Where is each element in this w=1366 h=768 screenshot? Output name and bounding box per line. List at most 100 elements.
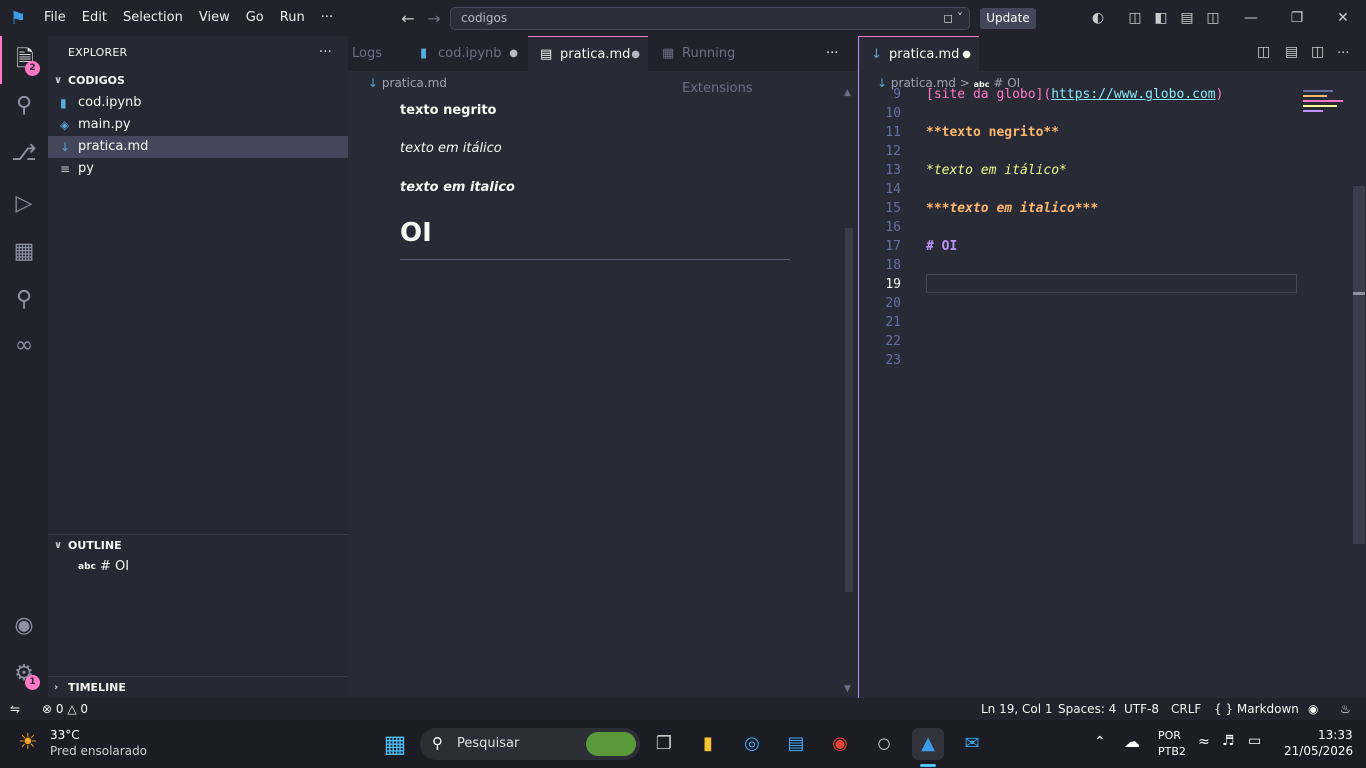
accounts-shield-icon[interactable]: ◐: [1089, 9, 1107, 27]
chevron-down-icon: ∨: [54, 540, 63, 551]
close-icon[interactable]: ✕: [1320, 0, 1366, 36]
explorer-icon[interactable]: 🗎 2: [0, 36, 48, 84]
dell-icon[interactable]: ◯: [868, 728, 900, 760]
battery-icon[interactable]: ▭: [1248, 733, 1261, 749]
outline-item[interactable]: abc # OI: [48, 556, 348, 578]
breadcrumb[interactable]: ↓ pratica.md: [368, 72, 447, 94]
preview-scrollbar[interactable]: [845, 228, 853, 592]
python-icon: ◈: [60, 118, 70, 132]
tab-bar: ↓ pratica.md ● ◫ ▤ ◫ ···: [859, 36, 1366, 71]
indentation[interactable]: Spaces: 4: [1058, 698, 1116, 720]
file-py[interactable]: ≡ py: [48, 158, 348, 180]
menu-more[interactable]: ···: [313, 0, 341, 36]
tab-logs[interactable]: Logs: [342, 36, 406, 71]
split-preview-icon[interactable]: ▤: [1285, 44, 1298, 60]
clock-time[interactable]: 13:33: [1318, 728, 1353, 742]
toggle-panel-icon[interactable]: ▤: [1178, 9, 1196, 27]
weather-sun-icon[interactable]: ☀: [18, 730, 38, 755]
run-debug-icon[interactable]: ▷: [0, 180, 48, 228]
split-editor-icon[interactable]: ◫: [1311, 44, 1324, 60]
line-ending[interactable]: CRLF: [1171, 698, 1201, 720]
onedrive-cloud-icon[interactable]: ☁: [1124, 732, 1140, 751]
input-lang[interactable]: POR: [1158, 729, 1181, 742]
remote-icon[interactable]: ⇋: [10, 698, 20, 720]
minimize-icon[interactable]: —: [1228, 0, 1274, 36]
editor-group-source: ↓ pratica.md ● ◫ ▤ ◫ ··· ↓ pratica.md > …: [858, 36, 1366, 698]
wifi-icon[interactable]: ≈: [1198, 734, 1210, 750]
editor-scrollbar[interactable]: [1353, 186, 1365, 544]
update-button[interactable]: Update: [980, 8, 1036, 29]
source-control-icon[interactable]: ⎇: [0, 130, 48, 178]
settings-gear-icon[interactable]: ⚙ 1: [0, 650, 48, 698]
toggle-sidebar-icon[interactable]: ◧: [1152, 9, 1170, 27]
volume-icon[interactable]: ♬: [1222, 733, 1235, 749]
forward-arrow-icon[interactable]: →: [422, 9, 446, 28]
testing-flask-icon[interactable]: ⚲: [0, 276, 48, 324]
link-url[interactable]: https://www.globo.com: [1051, 87, 1215, 102]
timeline-section[interactable]: › TIMELINE: [48, 677, 348, 699]
preview-italic-text: texto em itálico: [400, 141, 502, 156]
scroll-up-icon[interactable]: ▲: [844, 88, 851, 98]
copilot-status-icon[interactable]: ◉: [1308, 698, 1318, 720]
code-line-9[interactable]: [site da globo](https://www.globo.com): [926, 87, 1223, 102]
menu-view[interactable]: View: [191, 0, 238, 36]
file-explorer-icon[interactable]: ▮: [692, 728, 724, 760]
windows-start-icon[interactable]: ▦: [379, 728, 411, 760]
menu-go[interactable]: Go: [238, 0, 272, 36]
menu-run[interactable]: Run: [272, 0, 313, 36]
code-line-11[interactable]: **texto negrito**: [926, 125, 1059, 140]
language-mode[interactable]: { } Markdown: [1214, 698, 1299, 720]
code-line-13[interactable]: *texto em itálico*: [926, 163, 1067, 178]
file-main-py[interactable]: ◈ main.py: [48, 114, 348, 136]
chevron-up-icon[interactable]: ⌃: [1094, 734, 1106, 750]
line-number-current: 19: [885, 277, 901, 292]
editor-more-button[interactable]: ···: [1337, 36, 1349, 71]
edge-browser-icon[interactable]: ◎: [736, 728, 768, 760]
minimap[interactable]: [1303, 90, 1351, 126]
code-line-17[interactable]: # OI: [926, 239, 957, 254]
line-number: 11: [885, 125, 901, 140]
remote-infinity-icon[interactable]: ∞: [0, 322, 48, 370]
chrome-icon[interactable]: ◉: [824, 728, 856, 760]
menu-selection[interactable]: Selection: [115, 0, 191, 36]
cursor-position[interactable]: Ln 19, Col 1: [981, 698, 1053, 720]
restore-icon[interactable]: ❐: [1274, 0, 1320, 36]
tab-cod-ipynb[interactable]: ▮ cod.ipynb ●: [408, 36, 526, 71]
clock-date[interactable]: 21/05/2026: [1284, 744, 1353, 758]
extensions-icon[interactable]: ▦: [0, 228, 48, 276]
menu-file[interactable]: File: [36, 0, 74, 36]
toggle-secondary-sidebar-icon[interactable]: ◫: [1204, 9, 1222, 27]
back-arrow-icon[interactable]: ←: [396, 9, 420, 28]
symbol-string-icon: abc: [78, 562, 96, 572]
file-cod-ipynb[interactable]: ▮ cod.ipynb: [48, 92, 348, 114]
taskbar-search[interactable]: ⚲ Pesquisar: [420, 728, 640, 760]
input-layout[interactable]: PTB2: [1158, 745, 1186, 758]
vscode-taskbar-icon[interactable]: ▲: [912, 728, 944, 760]
tab-running-extensions[interactable]: ▦ Running Extensions: [650, 36, 808, 96]
command-center-search[interactable]: codigos ◻ ˅: [450, 7, 970, 30]
file-pratica-md[interactable]: ↓ pratica.md: [48, 136, 348, 158]
tab-pratica-md-preview[interactable]: ▤ pratica.md ●: [528, 36, 648, 71]
outlook-icon[interactable]: ✉: [956, 728, 988, 760]
customize-layout-icon[interactable]: ◫: [1126, 9, 1144, 27]
copilot-icon[interactable]: ◻ ˅: [943, 8, 963, 29]
tabs-more-button[interactable]: ···: [826, 36, 838, 71]
notifications-bell-icon[interactable]: ♨: [1340, 698, 1351, 720]
outline-section[interactable]: ∨ OUTLINE: [48, 535, 348, 557]
accounts-icon[interactable]: ◉: [0, 602, 48, 650]
preview-bold-italic-text: texto em italico: [400, 180, 515, 195]
code-line-15[interactable]: ***texto em italico***: [926, 201, 1098, 216]
explorer-more-button[interactable]: ···: [319, 44, 332, 60]
problems-indicator[interactable]: ⊗ 0 △ 0: [42, 698, 88, 720]
tab-label: cod.ipynb: [438, 46, 502, 61]
encoding[interactable]: UTF-8: [1124, 698, 1159, 720]
menu-edit[interactable]: Edit: [74, 0, 115, 36]
store-icon[interactable]: ▤: [780, 728, 812, 760]
search-icon[interactable]: ⚲: [0, 82, 48, 130]
scroll-down-icon[interactable]: ▼: [844, 684, 851, 694]
tab-pratica-md[interactable]: ↓ pratica.md ●: [859, 36, 979, 71]
task-view-icon[interactable]: ❐: [648, 728, 680, 760]
open-preview-icon[interactable]: ◫: [1257, 44, 1270, 60]
folder-codigos[interactable]: ∨ CODIGOS: [48, 70, 348, 92]
line-number: 15: [885, 201, 901, 216]
